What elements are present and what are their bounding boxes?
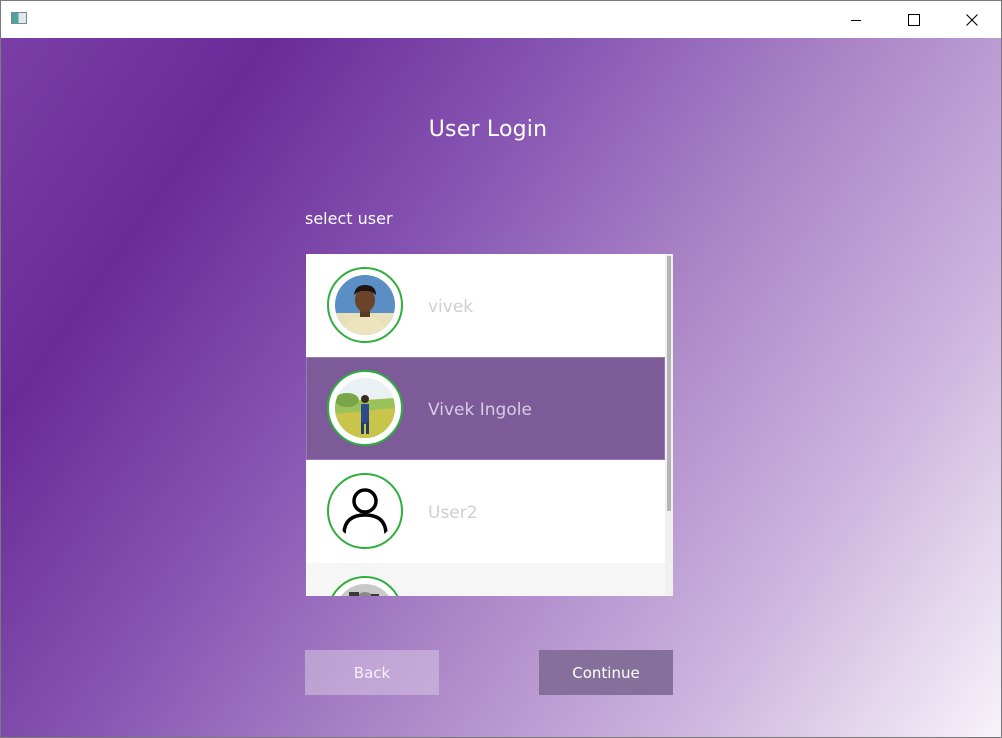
avatar — [327, 267, 403, 343]
minimize-icon — [851, 19, 861, 21]
maximize-button[interactable] — [885, 1, 943, 38]
minimize-button[interactable] — [827, 1, 885, 38]
user-name: vivek — [428, 297, 474, 317]
page-title: User Login — [428, 117, 548, 142]
close-icon — [966, 13, 978, 26]
user-photo-avatar — [335, 378, 395, 438]
user-list-item[interactable]: vivek — [306, 254, 665, 357]
back-button[interactable]: Back — [305, 650, 439, 695]
select-user-label: select user — [305, 209, 393, 228]
person-outline-icon — [335, 481, 395, 541]
continue-button[interactable]: Continue — [539, 650, 673, 695]
scrollbar-thumb[interactable] — [667, 256, 671, 511]
title-bar[interactable] — [1, 1, 1001, 38]
avatar — [327, 576, 403, 596]
maximize-icon — [908, 13, 920, 26]
user-name: User2 — [428, 503, 478, 523]
login-panel: User Login select user vivek Vivek Ingol… — [1, 38, 1001, 737]
user-name: Vivek Ingole — [428, 400, 532, 420]
user-list-item[interactable]: User2 — [306, 460, 665, 563]
user-list-item[interactable]: Vivek Ingole — [306, 357, 665, 460]
app-window-icon — [11, 12, 27, 24]
user-list-item[interactable] — [306, 563, 665, 596]
avatar — [327, 473, 403, 549]
avatar — [327, 370, 403, 446]
user-photo-avatar — [335, 275, 395, 335]
user-photo-avatar — [335, 584, 395, 596]
user-list[interactable]: vivek Vivek Ingole User2 — [306, 254, 673, 596]
app-window: User Login select user vivek Vivek Ingol… — [0, 0, 1002, 738]
list-scrollbar[interactable] — [665, 254, 673, 596]
close-button[interactable] — [943, 1, 1001, 38]
